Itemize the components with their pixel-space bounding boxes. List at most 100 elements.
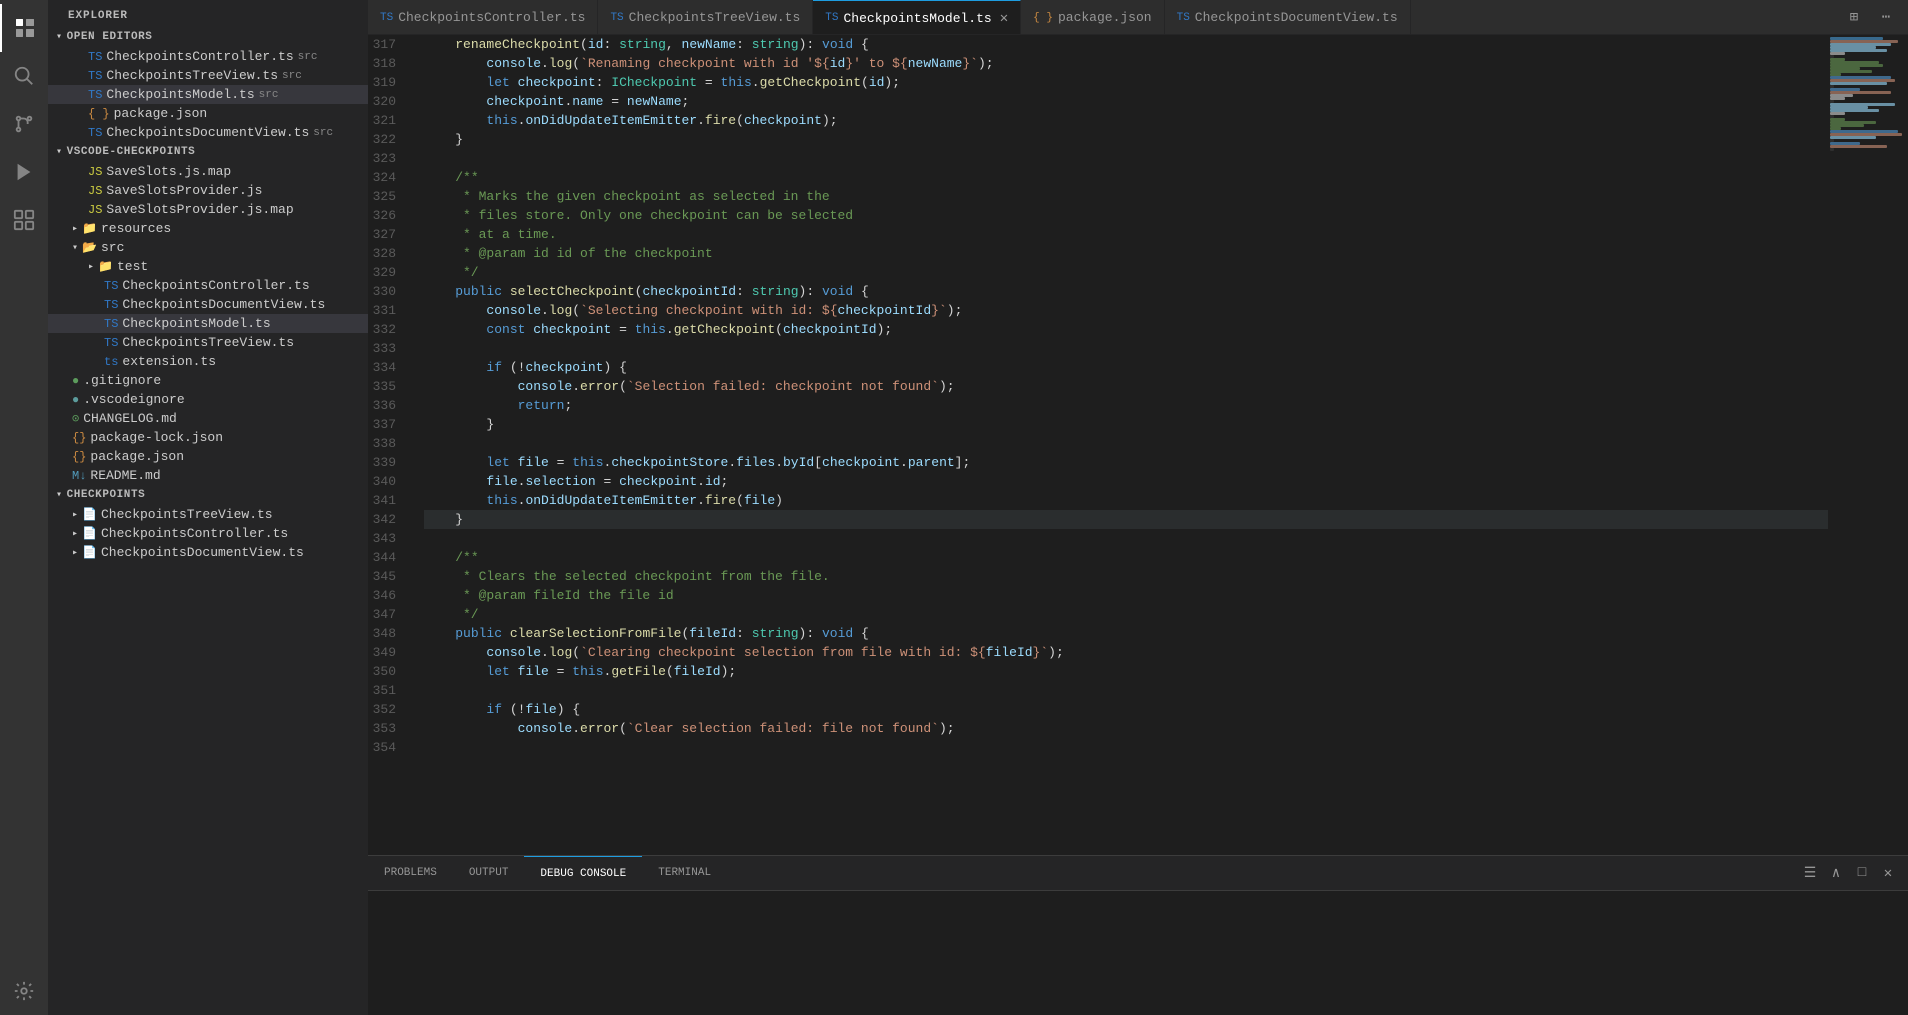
code-line: * Marks the given checkpoint as selected… <box>424 187 1828 206</box>
main-container: EXPLORER ▾ OPEN EDITORS TS CheckpointsCo… <box>48 0 1908 1015</box>
json-icon: {} <box>72 431 86 445</box>
minimap <box>1828 35 1908 855</box>
file-extension[interactable]: ts extension.ts <box>48 352 368 371</box>
file-checkpointsdocumentview[interactable]: TS CheckpointsDocumentView.ts <box>48 295 368 314</box>
chevron-down-icon: ▾ <box>72 242 78 254</box>
ts-icon: ts <box>104 355 118 369</box>
code-line: return; <box>424 396 1828 415</box>
folder-icon: 📄 <box>82 526 97 541</box>
folder-resources[interactable]: ▸ 📁 resources <box>48 219 368 238</box>
open-editor-checkpointscontroller[interactable]: TS CheckpointsController.ts src <box>48 47 368 66</box>
ts-tab-icon: TS <box>610 12 623 24</box>
open-editor-packagejson[interactable]: { } package.json <box>48 104 368 123</box>
activity-extensions[interactable] <box>0 196 48 244</box>
tabs-bar: TS CheckpointsController.ts TS Checkpoin… <box>368 0 1908 35</box>
open-editor-checkpointsmodel[interactable]: TS CheckpointsModel.ts src <box>48 85 368 104</box>
folder-test[interactable]: ▸ 📁 test <box>48 257 368 276</box>
tab-checkpointsdocumentview[interactable]: TS CheckpointsDocumentView.ts <box>1165 0 1411 35</box>
activity-explorer[interactable] <box>0 4 48 52</box>
checkpoints-section[interactable]: ▾ CHECKPOINTS <box>48 485 368 505</box>
code-line: console.log(`Renaming checkpoint with id… <box>424 54 1828 73</box>
tab-checkpointstreeview[interactable]: TS CheckpointsTreeView.ts <box>598 0 813 35</box>
file-packagejson[interactable]: {} package.json <box>48 447 368 466</box>
panel-tab-spacer <box>727 856 1790 890</box>
file-vscodeignore[interactable]: ● .vscodeignore <box>48 390 368 409</box>
panel-tab-output[interactable]: OUTPUT <box>453 856 525 890</box>
vscode-checkpoints-section[interactable]: ▾ VSCODE-CHECKPOINTS <box>48 142 368 162</box>
chevron-right-icon: ▸ <box>72 547 78 559</box>
panel-collapse-button[interactable]: ∧ <box>1824 861 1848 885</box>
ts-tab-icon: TS <box>380 12 393 24</box>
tab-close-button[interactable]: ✕ <box>1000 10 1008 27</box>
folder-icon: 📁 <box>82 221 97 236</box>
panel-tab-label: TERMINAL <box>658 867 711 879</box>
tab-checkpointscontroller[interactable]: TS CheckpointsController.ts <box>368 0 598 35</box>
file-saveslots-map[interactable]: JS SaveSlots.js.map <box>48 162 368 181</box>
code-line: const checkpoint = this.getCheckpoint(ch… <box>424 320 1828 339</box>
file-checkpointsmodel[interactable]: TS CheckpointsModel.ts <box>48 314 368 333</box>
panel-tab-problems[interactable]: PROBLEMS <box>368 856 453 890</box>
bottom-panel: PROBLEMS OUTPUT DEBUG CONSOLE TERMINAL ☰… <box>368 855 1908 1015</box>
file-saveslotsprovider-map[interactable]: JS SaveSlotsProvider.js.map <box>48 200 368 219</box>
tab-checkpointsmodel[interactable]: TS CheckpointsModel.ts ✕ <box>813 0 1021 35</box>
code-line <box>424 529 1828 548</box>
open-editor-label: CheckpointsDocumentView.ts <box>106 125 309 140</box>
activity-settings[interactable] <box>0 967 48 1015</box>
folder-src[interactable]: ▾ 📂 src <box>48 238 368 257</box>
checkpoint-documentview[interactable]: ▸ 📄 CheckpointsDocumentView.ts <box>48 543 368 562</box>
code-line: * files store. Only one checkpoint can b… <box>424 206 1828 225</box>
panel-maximize-button[interactable]: □ <box>1850 861 1874 885</box>
file-checkpointstreeview[interactable]: TS CheckpointsTreeView.ts <box>48 333 368 352</box>
sidebar: EXPLORER ▾ OPEN EDITORS TS CheckpointsCo… <box>48 0 368 1015</box>
panel-tab-terminal[interactable]: TERMINAL <box>642 856 727 890</box>
json-icon: {} <box>72 450 86 464</box>
activity-search[interactable] <box>0 52 48 100</box>
split-editor-button[interactable]: ⊞ <box>1840 3 1868 31</box>
dot-icon: ● <box>72 374 79 388</box>
sidebar-title: EXPLORER <box>48 0 368 27</box>
code-line <box>424 434 1828 453</box>
js-icon: JS <box>88 184 102 198</box>
json-tab-icon: { } <box>1033 12 1053 24</box>
panel-close-button[interactable]: ✕ <box>1876 861 1900 885</box>
file-packagelock[interactable]: {} package-lock.json <box>48 428 368 447</box>
chevron-right-icon: ▸ <box>88 261 94 273</box>
activity-bar <box>0 0 48 1015</box>
code-line: console.error(`Clear selection failed: f… <box>424 719 1828 738</box>
open-editor-label: CheckpointsController.ts <box>106 49 293 64</box>
file-saveslotsprovider[interactable]: JS SaveSlotsProvider.js <box>48 181 368 200</box>
code-line: * Clears the selected checkpoint from th… <box>424 567 1828 586</box>
chevron-right-icon: ▸ <box>72 528 78 540</box>
open-editor-checkpointsdocumentview[interactable]: TS CheckpointsDocumentView.ts src <box>48 123 368 142</box>
panel-actions: ☰ ∧ □ ✕ <box>1790 856 1908 890</box>
checkpoint-controller[interactable]: ▸ 📄 CheckpointsController.ts <box>48 524 368 543</box>
tab-label: CheckpointsTreeView.ts <box>629 10 801 25</box>
code-line: let file = this.getFile(fileId); <box>424 662 1828 681</box>
activity-source-control[interactable] <box>0 100 48 148</box>
code-content[interactable]: renameCheckpoint(id: string, newName: st… <box>416 35 1828 855</box>
tab-label: CheckpointsDocumentView.ts <box>1195 10 1398 25</box>
file-changelog[interactable]: ⊙ CHANGELOG.md <box>48 409 368 428</box>
open-editor-checkpointstreeview[interactable]: TS CheckpointsTreeView.ts src <box>48 66 368 85</box>
json-icon: { } <box>88 107 110 121</box>
md-icon: M↓ <box>72 469 86 483</box>
activity-debug[interactable] <box>0 148 48 196</box>
file-readme[interactable]: M↓ README.md <box>48 466 368 485</box>
more-actions-button[interactable]: ⋯ <box>1872 3 1900 31</box>
folder-icon: 📂 <box>82 240 97 255</box>
file-checkpointscontroller[interactable]: TS CheckpointsController.ts <box>48 276 368 295</box>
panel-tab-debug-console[interactable]: DEBUG CONSOLE <box>524 856 642 890</box>
code-line: if (!file) { <box>424 700 1828 719</box>
panel-list-view-button[interactable]: ☰ <box>1798 861 1822 885</box>
code-line <box>424 149 1828 168</box>
code-line: * @param fileId the file id <box>424 586 1828 605</box>
chevron-down-icon: ▾ <box>56 146 63 158</box>
open-editors-section[interactable]: ▾ OPEN EDITORS <box>48 27 368 47</box>
file-gitignore[interactable]: ● .gitignore <box>48 371 368 390</box>
tab-packagejson[interactable]: { } package.json <box>1021 0 1164 35</box>
checkpoint-treeview[interactable]: ▸ 📄 CheckpointsTreeView.ts <box>48 505 368 524</box>
panel-content[interactable] <box>368 891 1908 1015</box>
code-line: } <box>424 415 1828 434</box>
open-editor-label: CheckpointsModel.ts <box>106 87 254 102</box>
minimap-content <box>1828 35 1908 153</box>
